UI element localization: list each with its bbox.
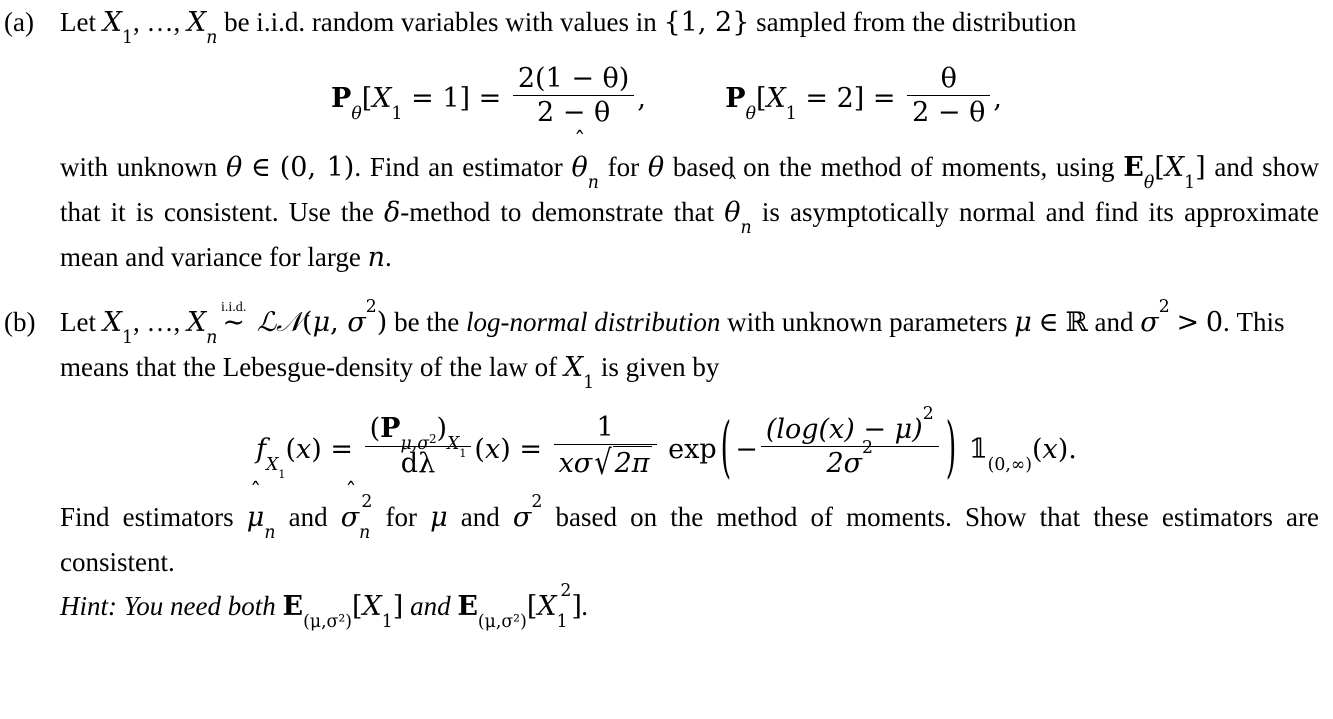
display-equation-a: Pθ[X1 = 1] = 2(1 − θ) 2 − θ, Pθ[X1 = 2] =… (0, 63, 1333, 129)
math-theta-hat-a2: ̂θn (724, 196, 752, 238)
math-dots-a: , …, (132, 7, 181, 37)
math-reals-b: ℝ (1065, 306, 1088, 338)
text-a-line1-part3: sampled from the distribution (756, 7, 1077, 37)
text-a-line1-part1: Let (60, 7, 96, 37)
math-zero-b: 0 (1205, 306, 1224, 338)
text-a-p2-a: with unknown (60, 151, 218, 182)
math-x1-b: X1 (102, 306, 133, 348)
fraction-a-left: 2(1 − θ) 2 − θ (512, 63, 635, 129)
equation-a-left: Pθ[X1 = 1] = 2(1 − θ) 2 − θ, (331, 63, 646, 129)
text-b-line1-part3: with unknown parameters (727, 306, 1008, 337)
math-X1-b: X1 (563, 351, 595, 393)
math-x1-a: X1 (102, 7, 133, 48)
item-body-a: Let X1, …, Xn be i.i.d. random variables… (60, 0, 1319, 48)
equation-b-density: fX1(x) = (Pμ,σ2)X1 dλ (x) = 1 xσ√ 2π exp(… (256, 403, 1077, 487)
math-mu-b2: μ (430, 502, 448, 534)
text-a-p2-h: . (384, 241, 392, 272)
document-page: (a) Let X1, …, Xn be i.i.d. random varia… (0, 0, 1333, 719)
item-label-a: (a) (4, 7, 34, 37)
item-body-b-hint: Hint: You need both E(μ,σ²)[X1] and E(μ,… (60, 581, 1319, 633)
text-b-line2-tail: is given by (600, 351, 720, 382)
fraction-normalization: 1 xσ√ 2π (553, 412, 657, 483)
math-theta-hat-a: ̂θn (571, 151, 599, 193)
hint-label: Hint: (60, 591, 117, 622)
math-in-b: ∈ (1038, 306, 1059, 338)
hint-text-a: You need both (123, 591, 276, 622)
math-hint-expectation-2: E(μ,σ²)[X12] (457, 581, 582, 633)
item-body-b-paragraph2: Find estimators ̂μn and ̂σn2 for μ and σ… (60, 492, 1319, 584)
text-b-p2-a: Find estimators (60, 502, 234, 533)
exercise-item-a: (a) Let X1, …, Xn be i.i.d. random varia… (0, 0, 1333, 280)
math-theta-a2: θ (647, 151, 665, 183)
display-equation-b: fX1(x) = (Pμ,σ2)X1 dλ (x) = 1 xσ√ 2π exp(… (0, 403, 1333, 487)
hint-period: . (581, 591, 589, 622)
math-hint-expectation-1: E(μ,σ²)[X1] (282, 591, 404, 633)
math-n-a: n (367, 241, 385, 273)
math-iid-relation: i.i.d. ∼ (220, 299, 247, 337)
text-b-p2-and2: and (460, 502, 500, 533)
math-sigma2-b2: σ2 (512, 492, 543, 534)
item-body-b: Let X1, …, Xn i.i.d. ∼ ℒ𝒩(μ, σ2) be the lo… (60, 296, 1319, 393)
math-dots-b: , …, (132, 306, 181, 337)
text-b-p2-for: for (385, 502, 417, 533)
math-delta-a: δ (384, 196, 401, 228)
text-a-p2-c: for (607, 151, 640, 182)
text-a-p2-d: based on the method of moments, using (672, 151, 1115, 182)
text-a-p2-f: -method to demonstrate that (400, 196, 715, 227)
math-set-values: {1, 2} (663, 7, 750, 38)
text-b-line2-and: and (1094, 306, 1134, 337)
math-sigma2-b: σ2 (1140, 296, 1170, 338)
math-expectation-a: Eθ[X1] (1123, 151, 1206, 193)
text-b-line1-part2: be the (394, 306, 460, 337)
math-interval-a: (0, 1) (279, 151, 355, 183)
math-mu-hat: ̂μn (246, 502, 276, 544)
text-a-line1-part2: be i.i.d. random variables with values i… (224, 7, 657, 37)
exercise-item-b: (b) Let X1, …, Xn i.i.d. ∼ ℒ𝒩(μ, σ2) be th… (0, 296, 1333, 633)
f-subscript: X1 (266, 454, 286, 481)
text-b-line1-part1: Let (60, 306, 96, 337)
math-gt-b: > (1176, 306, 1200, 338)
math-sigma-hat: ̂σn2 (340, 492, 373, 544)
text-b-p2-and: and (288, 502, 328, 533)
equation-a-right: Pθ[X1 = 2] = θ2 − θ, (725, 63, 1002, 129)
math-theta-a: θ (226, 151, 243, 183)
text-b-emphasis: log-normal distribution (466, 306, 721, 337)
math-in-a: ∈ (251, 151, 272, 183)
indicator-function: 𝟙(0,∞) (968, 433, 1032, 475)
fraction-exponent: (log(x) − μ)2 2σ2 (760, 405, 939, 480)
text-a-p2-b: . Find an estimator (354, 151, 563, 182)
sqrt-2pi: √ 2π (594, 444, 652, 483)
item-label-b: (b) (4, 306, 36, 337)
fraction-radon-nikodym: (Pμ,σ2)X1 dλ (364, 413, 472, 479)
hint-text-b: and (410, 591, 451, 622)
math-xn-b: Xn (186, 306, 218, 348)
math-xn-a: Xn (186, 7, 218, 48)
math-mu-b: μ (1014, 306, 1032, 338)
item-body-a-paragraph2: with unknown θ ∈ (0, 1). Find an estimat… (60, 145, 1319, 280)
fraction-a-right: θ2 − θ (907, 63, 991, 129)
math-lognormal-dist: ℒ𝒩(μ, σ2) (256, 296, 388, 338)
